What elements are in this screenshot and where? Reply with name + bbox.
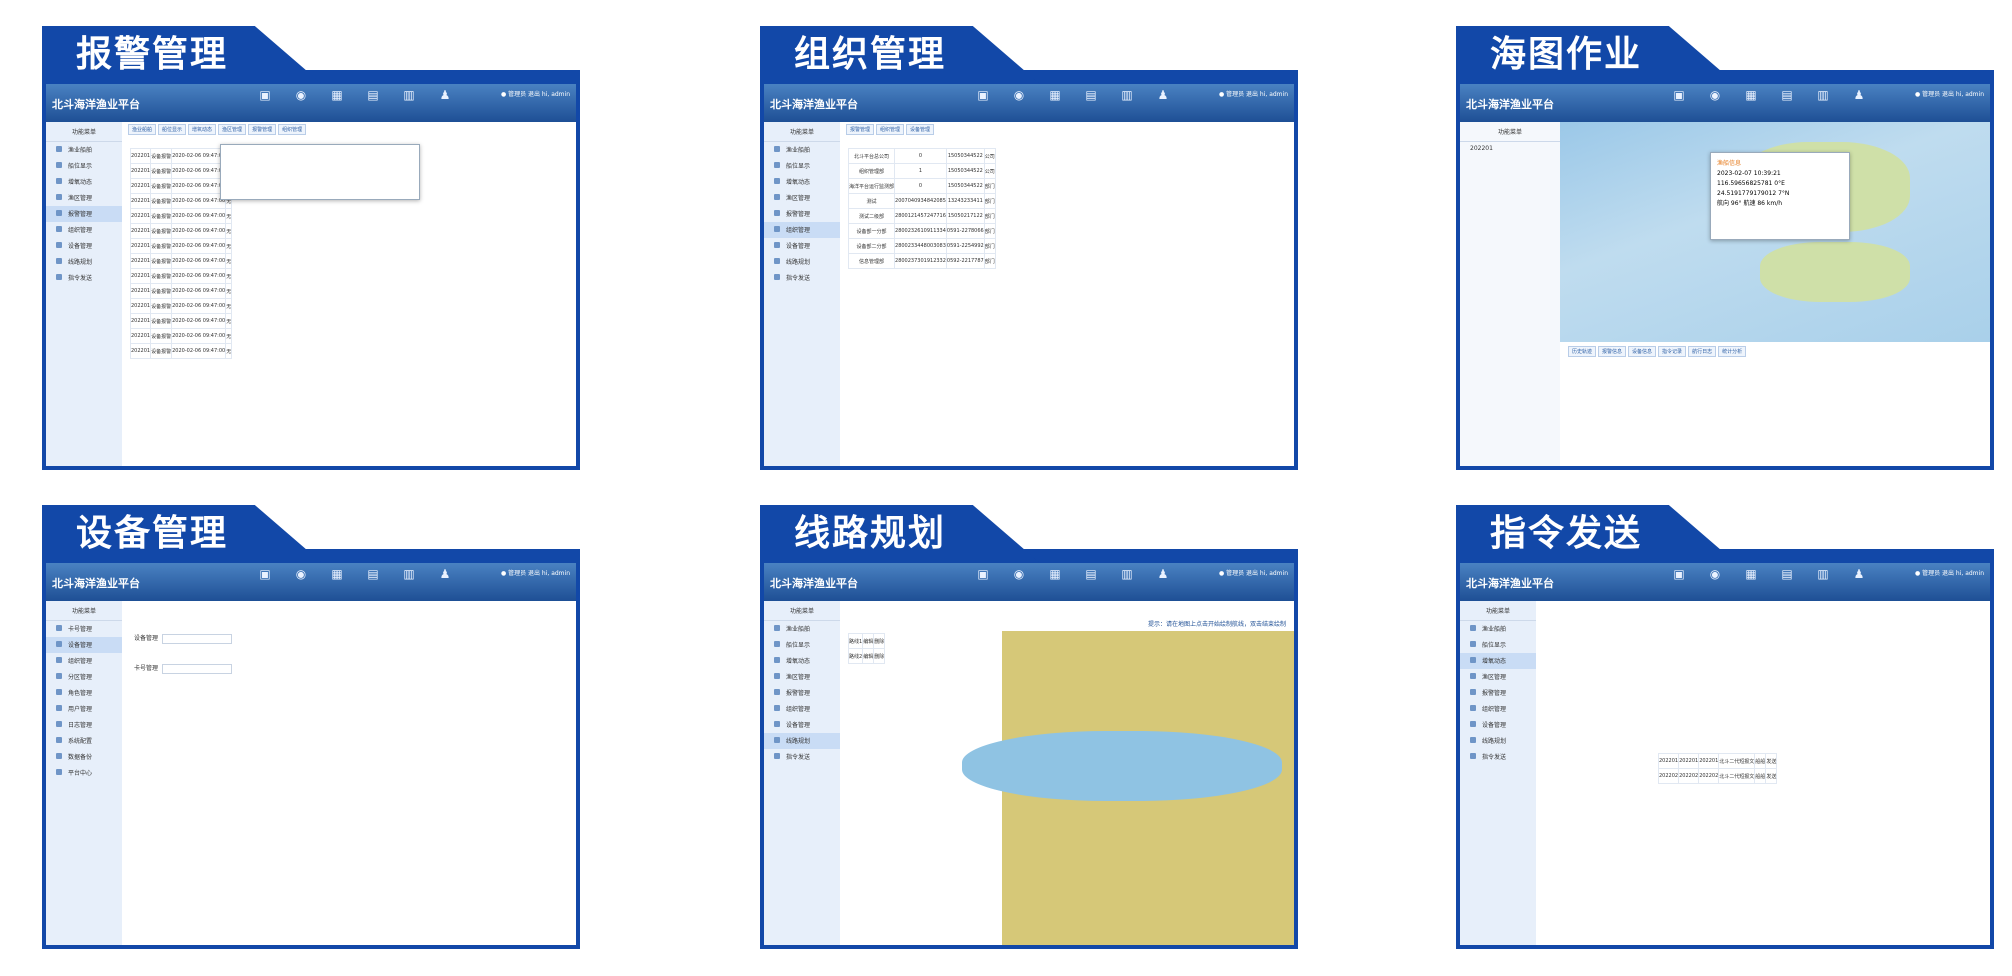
sidebar: 功能菜单 渔业船舶 船位显示 增氧动态 渔区管理 报警管理 组织管理 设备管理 … [46, 122, 122, 466]
main-panel: 渔业船舶 船位显示 增氧动态 渔区管理 报警管理 组织管理 202201 设备报警 2020-… [124, 124, 576, 466]
card-org: 组织管理 北斗海洋渔业平台 ▣ ◉ ▦ ▤ ▥ ♟ ● 管理员 退出 hi, admin … [760, 26, 1298, 470]
table-row: 测试 2007040934842085 13243233411 部门 [847, 193, 996, 209]
top-nav[interactable]: ▣ ◉ ▦ ▤ ▥ ♟ [256, 567, 454, 581]
table-row: 202201设备报警2020-02-06 09:47:00无 [129, 328, 233, 344]
table-row: 信息管理部 2800237301912332 0592-2217787 部门 [847, 253, 996, 269]
table-row: 202201设备报警2020-02-06 09:47:00无 [129, 193, 233, 209]
top-nav[interactable]: ▣ ◉ ▦ ▤ ▥ ♟ [1670, 567, 1868, 581]
sidebar: 功能菜单 卡号管理 设备管理 组织管理 分区管理 角色管理 用户管理 日志管理 … [46, 601, 122, 945]
table-row: 202201设备报警2020-02-06 09:47:00无 [129, 208, 233, 224]
dialog [220, 144, 420, 200]
route-map[interactable] [962, 631, 1294, 945]
org-table: 北斗平台总公司 0 15050344522 公司 组织管理部 1 15050344522 公司… [847, 148, 996, 269]
vessel-tooltip: 渔船信息 2023-02-07 10:39:21 116.59656825781 … [1710, 152, 1850, 240]
top-nav[interactable]: ▣ ◉ ▦ ▤ ▥ ♟ [974, 88, 1172, 102]
card-route: 线路规划 北斗海洋渔业平台 ▣ ◉ ▦ ▤ ▥ ♟ ● 管理员 退出 hi, admin … [760, 505, 1298, 949]
screenshot: 北斗海洋渔业平台 ▣ ◉ ▦ ▤ ▥ ♟ ● 管理员 退出 hi, admin 功能菜单 … [760, 84, 1298, 470]
table-row: 202201设备报警2020-02-06 09:47:00无 [129, 238, 233, 254]
route-table: 路线1 编辑 删除 路线2 编辑 删除 [847, 633, 886, 664]
table-row: 202202 202202 202202 北斗二代短报文 船船 发送 [1657, 768, 1778, 784]
table-row: 202201设备报警2020-02-06 09:47:00无 [129, 253, 233, 269]
sidebar: 功能菜单 202201 [1460, 122, 1560, 466]
table-row: 设备部一分部 2800232610911334 0591-2278066 部门 [847, 223, 996, 239]
table-row: 202201设备报警2020-02-06 09:47:00无 [129, 163, 233, 179]
table-row: 组织管理部 1 15050344522 公司 [847, 163, 996, 179]
top-nav[interactable]: ▣ ◉ ▦ ▤ ▥ ♟ [1670, 88, 1868, 102]
card-title-tab: 报警管理 [42, 26, 322, 84]
app-header: 北斗海洋渔业平台 ▣ ◉ ▦ ▤ ▥ ♟ ● 管理员 退出 hi, admin [46, 84, 576, 122]
table-row: 北斗平台总公司 0 15050344522 公司 [847, 148, 996, 164]
screenshot: 北斗海洋渔业平台 ▣ ◉ ▦ ▤ ▥ ♟ ● 管理员 退出 hi, admin 功能菜单 … [42, 563, 580, 949]
screenshot: 北斗海洋渔业平台 ▣ ◉ ▦ ▤ ▥ ♟ ● 管理员 退出 hi, admin 功能菜单 … [1456, 84, 1994, 470]
table-row: 202201设备报警2020-02-06 09:47:00无 [129, 313, 233, 329]
command-table: 202201 202201 202201 北斗二代短报文 船船 发送 202202 20220… [1657, 753, 1778, 784]
sidebar: 功能菜单 渔业船舶 船位显示 增氧动态 渔区管理 报警管理 组织管理 设备管理 … [764, 601, 840, 945]
card-title-tab: 组织管理 [760, 26, 1040, 84]
table-row: 测试二级部 2800121457247716 15050217122 部门 [847, 208, 996, 224]
card-chart: 海图作业 北斗海洋渔业平台 ▣ ◉ ▦ ▤ ▥ ♟ ● 管理员 退出 hi, admin … [1456, 26, 1994, 470]
sidebar: 功能菜单 渔业船舶 船位显示 增氧动态 渔区管理 报警管理 组织管理 设备管理 … [1460, 601, 1536, 945]
table-row: 202201设备报警2020-02-06 09:47:00无 [129, 268, 233, 284]
screenshot: 北斗海洋渔业平台 ▣ ◉ ▦ ▤ ▥ ♟ ● 管理员 退出 hi, admin 功能菜单 … [42, 84, 580, 470]
sea-chart[interactable]: 渔船信息 2023-02-07 10:39:21 116.59656825781 … [1560, 122, 1990, 342]
table-row: 202201设备报警2020-02-06 09:47:00无 [129, 148, 233, 164]
table-row: 海洋平台运行监测部 0 15050344522 部门 [847, 178, 996, 194]
top-nav[interactable]: ▣ ◉ ▦ ▤ ▥ ♟ [974, 567, 1172, 581]
table-row: 设备部二分部 2800233448003083 0591-2254992 部门 [847, 238, 996, 254]
alarm-table: 202201设备报警2020-02-06 09:47:00无202201设备报警… [129, 148, 233, 359]
table-row: 202201设备报警2020-02-06 09:47:00无 [129, 298, 233, 314]
table-row: 202201 202201 202201 北斗二代短报文 船船 发送 [1657, 753, 1778, 769]
sidebar: 功能菜单 渔业船舶 船位显示 增氧动态 渔区管理 报警管理 组织管理 设备管理 … [764, 122, 840, 466]
card-command: 指令发送 北斗海洋渔业平台 ▣ ◉ ▦ ▤ ▥ ♟ ● 管理员 退出 hi, admin … [1456, 505, 1994, 949]
table-row: 202201设备报警2020-02-06 09:47:00无 [129, 343, 233, 359]
table-row: 202201设备报警2020-02-06 09:47:00无 [129, 283, 233, 299]
table-row: 202201设备报警2020-02-06 09:47:00无 [129, 178, 233, 194]
top-nav[interactable]: ▣ ◉ ▦ ▤ ▥ ♟ [256, 88, 454, 102]
table-row: 202201设备报警2020-02-06 09:47:00无 [129, 223, 233, 239]
card-alarm: 报警管理 北斗海洋渔业平台 ▣ ◉ ▦ ▤ ▥ ♟ ● 管理员 退出 hi, admin … [42, 26, 580, 470]
table-row: 路线2 编辑 删除 [847, 648, 886, 664]
screenshot: 北斗海洋渔业平台 ▣ ◉ ▦ ▤ ▥ ♟ ● 管理员 退出 hi, admin 功能菜单 … [1456, 563, 1994, 949]
table-row: 路线1 编辑 删除 [847, 633, 886, 649]
screenshot: 北斗海洋渔业平台 ▣ ◉ ▦ ▤ ▥ ♟ ● 管理员 退出 hi, admin 功能菜单 … [760, 563, 1298, 949]
card-device: 设备管理 北斗海洋渔业平台 ▣ ◉ ▦ ▤ ▥ ♟ ● 管理员 退出 hi, admin … [42, 505, 580, 949]
